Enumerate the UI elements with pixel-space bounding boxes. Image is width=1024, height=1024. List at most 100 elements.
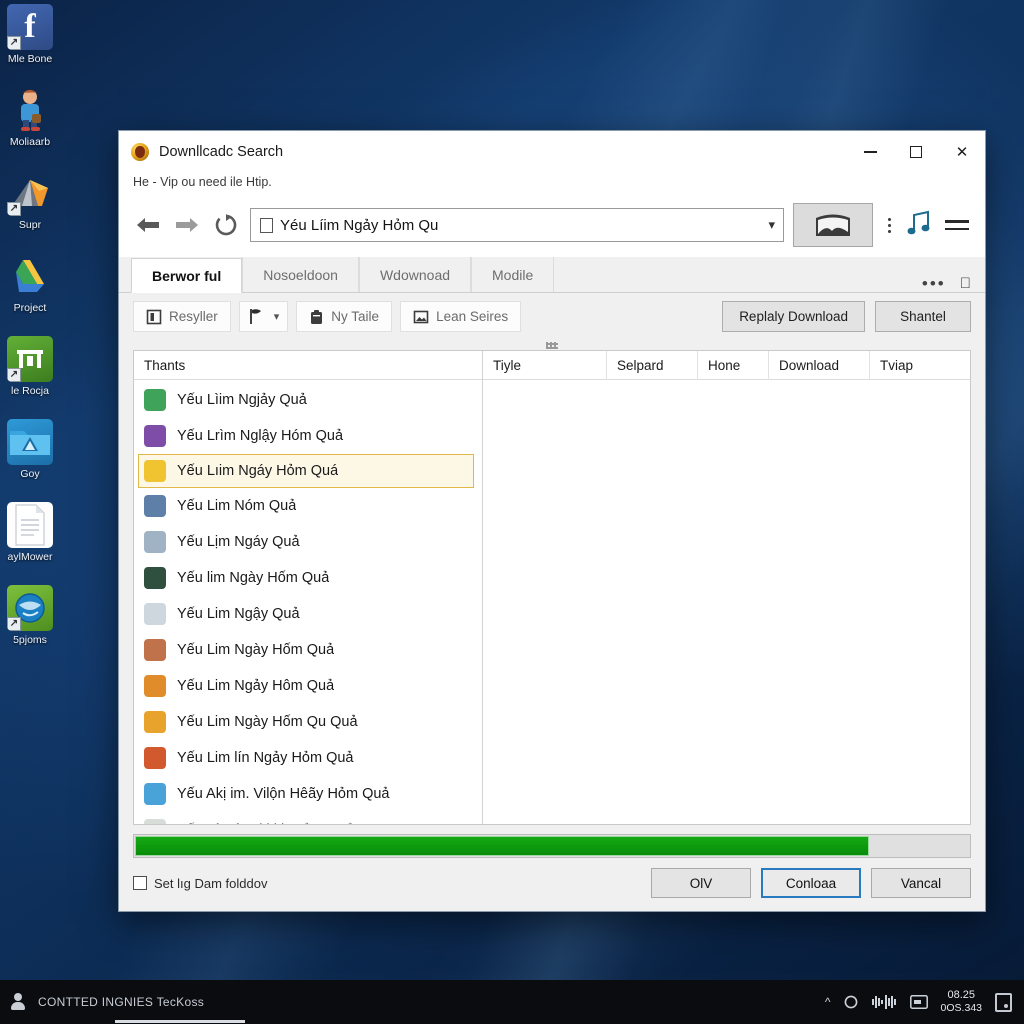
chevron-down-icon[interactable]: ▾ xyxy=(274,310,280,323)
pane-splitter[interactable] xyxy=(119,341,985,350)
book-icon xyxy=(146,309,162,325)
vancal-button[interactable]: Vancal xyxy=(871,868,971,898)
column-tviap[interactable]: Tviap xyxy=(870,351,970,380)
desktop-icon-person[interactable]: Moliaarb xyxy=(0,87,60,148)
window-controls: ✕ xyxy=(847,131,985,173)
chevron-down-icon[interactable]: ▾ xyxy=(768,217,775,233)
desktop-icon-label: aylMower xyxy=(7,551,53,563)
search-input-value: Yéu Líim Ngảy Hỏm Qu xyxy=(280,216,439,234)
desktop-icon-label: 5pjoms xyxy=(13,634,47,646)
more-horizontal-icon[interactable]: ••• xyxy=(922,275,946,292)
shortcut-arrow-icon: ↗ xyxy=(7,617,21,631)
file-name: Yếu Lịm Ngáy Quả xyxy=(177,534,300,550)
taskbar-title[interactable]: CONTTED INGNIES TecKoss xyxy=(38,995,204,1009)
olv-button[interactable]: OlV xyxy=(651,868,751,898)
desktop-icon-tent[interactable]: ↗ Supr xyxy=(0,170,60,231)
checkbox-icon[interactable] xyxy=(260,217,273,233)
column-tiyle[interactable]: Tiyle xyxy=(483,350,607,380)
flag-dropdown-button[interactable]: ▾ xyxy=(238,301,289,332)
file-name: Yếu Lıim Ngáy Hỏm Quá xyxy=(177,463,339,479)
set-dam-folder-checkbox[interactable]: Set lıg Dam folddov xyxy=(133,876,267,891)
column-selpard[interactable]: Selpard xyxy=(607,350,698,380)
download-search-window: Downllcadc Search ✕ He - Vip ou need ile… xyxy=(118,130,986,912)
menu-icon[interactable] xyxy=(945,220,973,230)
clock-time: 08.25 xyxy=(947,989,976,1001)
search-input[interactable]: Yéu Líim Ngảy Hỏm Qu ▾ xyxy=(250,208,784,242)
desktop-icon-label: Project xyxy=(13,302,47,314)
ny-taile-button[interactable]: Ny Taile xyxy=(296,301,393,332)
progress-bar-fill xyxy=(135,836,869,856)
display-icon[interactable] xyxy=(909,995,928,1009)
list-item[interactable]: Yếu Akị im. Vilộn Hêãy Hỏm Quả xyxy=(134,776,482,812)
column-download[interactable]: Download xyxy=(769,350,870,380)
list-item-selected[interactable]: Yếu Lıim Ngáy Hỏm Quá xyxy=(138,454,474,488)
conloaa-button[interactable]: Conloaa xyxy=(761,868,861,898)
column-hone[interactable]: Hone xyxy=(698,350,769,380)
refresh-button[interactable] xyxy=(211,210,241,240)
file-list[interactable]: Yếu Lìim Ngjảy Quả Yếu Lrìm Nglậy Hóm Qu… xyxy=(134,380,482,824)
desktop-icon-drive[interactable]: Project xyxy=(0,253,60,314)
clock-date: 0OS.343 xyxy=(940,1002,982,1014)
progress-bar-track xyxy=(133,834,971,858)
maximize-button[interactable] xyxy=(893,131,939,173)
checkbox-icon[interactable] xyxy=(133,876,147,890)
tab-wdownoad[interactable]: Wdownoad xyxy=(358,257,472,292)
list-item[interactable]: Yếu Lim Ngày Hốm Quả xyxy=(134,632,482,668)
desktop-icon-document[interactable]: aylMower xyxy=(0,502,60,563)
more-vertical-icon[interactable] xyxy=(882,217,897,233)
music-note-icon[interactable] xyxy=(906,209,936,242)
list-item[interactable]: Yếu Lrìm Nglậy Hóm Quả xyxy=(134,418,482,454)
file-name: Yếu Lím ím ılılılılı Hỏm Quả xyxy=(177,822,354,824)
file-icon xyxy=(144,711,166,733)
lean-seires-button[interactable]: Lean Seires xyxy=(400,301,522,332)
shortcut-arrow-icon: ↗ xyxy=(7,202,21,216)
folder-icon xyxy=(7,419,53,465)
file-icon xyxy=(144,819,166,824)
desktop-icon-label: le Rocja xyxy=(11,385,49,397)
taskbar-clock[interactable]: 08.25 0OS.343 xyxy=(941,989,982,1015)
list-item[interactable]: Yếu Lim lín Ngảy Hỏm Quả xyxy=(134,740,482,776)
flag-icon xyxy=(248,308,265,325)
list-item[interactable]: Yếu Lịm Ngáy Quả xyxy=(134,524,482,560)
image-thumbnail-button[interactable] xyxy=(793,203,873,247)
desktop-icon-folder[interactable]: Goy xyxy=(0,419,60,480)
forward-button[interactable] xyxy=(172,210,202,240)
desktop-icon-facebook[interactable]: ↗ Mle Bone xyxy=(0,4,60,65)
content-area: Thants Yếu Lìim Ngjảy Quả Yếu Lrìm Nglậy… xyxy=(133,350,971,825)
details-list[interactable] xyxy=(483,380,970,824)
file-name: Yếu Lim Ngậy Quả xyxy=(177,606,300,622)
desktop-icon-green-app[interactable]: ↗ le Rocja xyxy=(0,336,60,397)
list-item[interactable]: Yếu lim Ngày Hốm Quả xyxy=(134,560,482,596)
list-item[interactable]: Yếu Lim Ngày Hốm Qu Quả xyxy=(134,704,482,740)
file-icon xyxy=(144,675,166,697)
list-item[interactable]: Yếu Lìim Ngjảy Quả xyxy=(134,382,482,418)
desktop-icon-globe[interactable]: ↗ 5pjoms xyxy=(0,585,60,646)
person-icon[interactable] xyxy=(10,993,26,1011)
file-icon xyxy=(144,495,166,517)
file-name: Yếu Lim Nóm Quả xyxy=(177,498,297,514)
file-icon xyxy=(144,567,166,589)
list-item[interactable]: Yếu Lim Ngậy Quả xyxy=(134,596,482,632)
circle-icon[interactable] xyxy=(844,995,858,1009)
back-button[interactable] xyxy=(133,210,163,240)
tab-berwor-ful[interactable]: Berwor ful xyxy=(131,258,243,293)
resyller-button[interactable]: Resyller xyxy=(133,301,231,332)
chevron-up-icon[interactable]: ^ xyxy=(825,995,831,1009)
window-titlebar[interactable]: Downllcadc Search ✕ xyxy=(119,131,985,173)
audio-wave-icon[interactable] xyxy=(871,994,897,1010)
minimize-button[interactable] xyxy=(847,131,893,173)
list-item[interactable]: Yếu Lím ím ılılılılı Hỏm Quả xyxy=(134,812,482,824)
tab-nosoeldoon[interactable]: Nosoeldoon xyxy=(242,257,359,292)
minimize-icon xyxy=(863,151,877,153)
list-item[interactable]: Yếu Lim Ngảy Hôm Quả xyxy=(134,668,482,704)
column-thants[interactable]: Thants xyxy=(134,351,482,380)
shantel-button[interactable]: Shantel xyxy=(875,301,971,332)
shortcut-arrow-icon: ↗ xyxy=(7,368,21,382)
replay-download-button[interactable]: Replaly Download xyxy=(722,301,865,332)
checkbox-label: Set lıg Dam folddov xyxy=(154,875,268,891)
show-desktop-icon[interactable] xyxy=(995,992,1012,1012)
apple-icon[interactable]:  xyxy=(960,275,971,292)
close-button[interactable]: ✕ xyxy=(939,131,985,173)
tab-modile[interactable]: Modile xyxy=(471,257,555,292)
list-item[interactable]: Yếu Lim Nóm Quả xyxy=(134,488,482,524)
